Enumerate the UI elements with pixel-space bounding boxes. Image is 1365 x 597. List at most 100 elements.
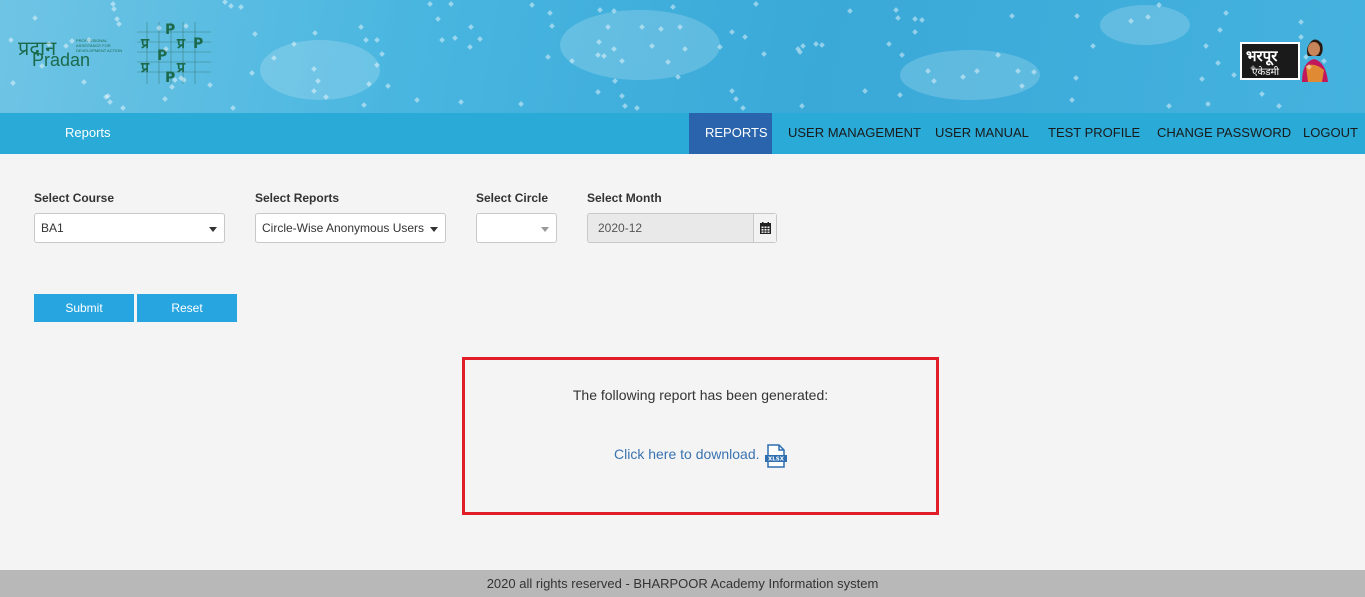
banner-pattern-dot [111, 6, 117, 12]
banner-pattern-dot [1203, 43, 1209, 49]
banner-pattern-dot [729, 88, 735, 94]
banner-pattern-dot [886, 41, 892, 47]
circle-select[interactable] [476, 213, 557, 243]
xlsx-icon-label: XLSX [768, 457, 785, 463]
banner-pattern-dot [740, 105, 746, 111]
banner-pattern-dot [634, 105, 640, 111]
banner-pattern-dot [862, 88, 868, 94]
download-link[interactable]: Click here to download. [614, 446, 760, 462]
svg-text:प्र: प्र [140, 36, 150, 52]
banner-pattern-dot [1009, 13, 1015, 19]
chevron-down-icon [209, 227, 217, 232]
chevron-down-icon [430, 227, 438, 232]
nav-item-change-password[interactable]: CHANGE PASSWORD [1141, 113, 1307, 154]
banner-pattern-dot [477, 36, 483, 42]
banner-pattern-dot [595, 89, 601, 95]
calendar-button[interactable] [753, 214, 776, 242]
banner-pattern-dot [374, 37, 380, 43]
banner-pattern-dot [819, 42, 825, 48]
nav-item-test-profile[interactable]: TEST PROFILE [1032, 113, 1156, 154]
banner-pattern-dot [107, 99, 113, 105]
banner-pattern-dot [619, 93, 625, 99]
banner-pattern-dot [8, 37, 14, 43]
report-select-value: Circle-Wise Anonymous Users [262, 221, 425, 235]
banner-pattern-dot [899, 52, 905, 58]
pradan-emblem-logo: P प्र प्र P P प्र प्र P [137, 22, 211, 84]
nav-item-user-management[interactable]: USER MANAGEMENT [772, 113, 937, 154]
banner-pattern-dot [10, 80, 16, 86]
course-select[interactable]: BA1 [34, 213, 225, 243]
header-banner: प्रदान Pradan PROFESSIONAL ASSISTANCE FO… [0, 0, 1365, 113]
banner-pattern-dot [919, 17, 925, 23]
banner-pattern-dot [742, 34, 748, 40]
banner-pattern-dot [847, 8, 853, 14]
banner-pattern-dot [1259, 91, 1265, 97]
report-result-panel: The following report has been generated:… [462, 357, 939, 515]
banner-pattern-dot [379, 51, 385, 57]
banner-pattern-dot [1223, 10, 1229, 16]
banner-pattern-dot [252, 31, 258, 37]
banner-pattern-dot [622, 103, 628, 109]
banner-pattern-dot [363, 37, 369, 43]
banner-pattern-dot [797, 49, 803, 55]
month-label: Select Month [587, 191, 662, 205]
banner-pattern-dot [1073, 75, 1079, 81]
report-select[interactable]: Circle-Wise Anonymous Users [255, 213, 446, 243]
svg-text:प्र: प्र [176, 36, 186, 52]
banner-pattern-dot [458, 99, 464, 105]
svg-text:प्र: प्र [140, 60, 150, 76]
banner-pattern-dot [799, 103, 805, 109]
chevron-down-icon [541, 227, 549, 232]
banner-pattern-dot [1217, 27, 1223, 33]
bharpoor-academy-logo: भरपूर एकेडमी [1238, 32, 1330, 82]
banner-pattern-dot [452, 35, 458, 41]
nav-item-reports[interactable]: REPORTS [689, 113, 772, 154]
banner-pattern-dot [800, 43, 806, 49]
banner-pattern-dot [414, 97, 420, 103]
xlsx-file-icon[interactable]: XLSX [765, 444, 787, 468]
bharpoor-logo-subtitle: एकेडमी [1252, 67, 1280, 78]
banner-pattern-dot [228, 3, 234, 9]
banner-pattern-dot [897, 92, 903, 98]
footer-text: 2020 all rights reserved - BHARPOOR Acad… [486, 576, 879, 591]
banner-pattern-dot [753, 1, 759, 7]
month-input-value: 2020-12 [598, 221, 643, 235]
banner-pattern-dot [518, 101, 524, 107]
banner-pattern-dot [813, 41, 819, 47]
banner-pattern-dot [1199, 76, 1205, 82]
banner-pattern-dot [549, 23, 555, 29]
banner-pattern-dot [1090, 43, 1096, 49]
banner-pattern-dot [895, 15, 901, 21]
bharpoor-logo-box: भरपूर एकेडमी [1240, 42, 1300, 80]
month-input[interactable]: 2020-12 [587, 213, 777, 243]
nav-item-logout[interactable]: LOGOUT [1287, 113, 1365, 154]
nav-brand[interactable]: Reports [65, 113, 111, 153]
nav-item-user-manual[interactable]: USER MANUAL [919, 113, 1045, 154]
banner-pattern-dot [529, 2, 535, 8]
banner-pattern-dot [312, 30, 318, 36]
banner-pattern-dot [448, 1, 454, 7]
banner-pattern-dot [162, 96, 168, 102]
course-select-value: BA1 [41, 221, 64, 235]
circle-label: Select Circle [476, 191, 549, 205]
banner-pattern-dot [427, 1, 433, 7]
banner-decoration [260, 40, 380, 100]
reset-button[interactable]: Reset [137, 294, 237, 322]
banner-pattern-dot [385, 83, 391, 89]
banner-pattern-dot [116, 21, 122, 27]
top-navbar: Reports REPORTS USER MANAGEMENT USER MAN… [0, 113, 1365, 154]
banner-pattern-dot [249, 70, 255, 76]
banner-pattern-dot [893, 7, 899, 13]
banner-pattern-dot [912, 29, 918, 35]
banner-pattern-dot [729, 29, 735, 35]
footer: 2020 all rights reserved - BHARPOOR Acad… [0, 570, 1365, 597]
submit-button[interactable]: Submit [34, 294, 134, 322]
calendar-icon [760, 222, 771, 234]
banner-pattern-dot [32, 15, 38, 21]
banner-pattern-dot [733, 96, 739, 102]
banner-pattern-dot [547, 10, 553, 16]
banner-pattern-dot [670, 4, 676, 10]
banner-pattern-dot [761, 51, 767, 57]
banner-decoration [900, 50, 1040, 100]
banner-pattern-dot [238, 4, 244, 10]
